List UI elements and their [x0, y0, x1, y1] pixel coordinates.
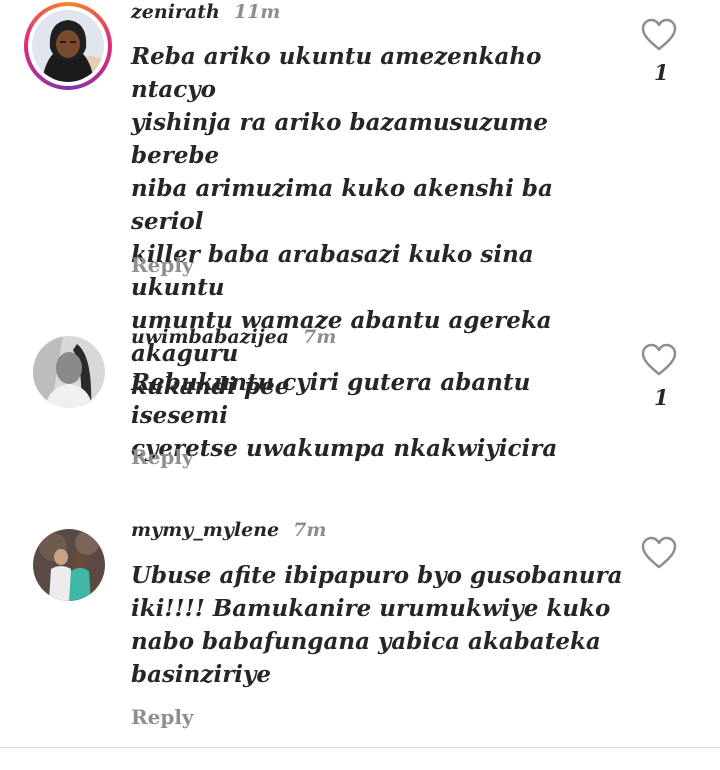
heart-icon[interactable] — [641, 18, 677, 52]
username[interactable]: mymy_mylene — [131, 519, 279, 541]
comments-list: zenirath 11m Reba ariko ukuntu amezenkaho… — [0, 0, 720, 770]
comment-item: mymy_mylene 7m Ubuse afite ibipapuro byo … — [0, 515, 720, 745]
like-count: 1 — [654, 385, 669, 410]
timestamp: 7m — [293, 519, 327, 541]
comment-item: uwimbabazijea 7m Rebukuntu cyiri gutera a… — [0, 320, 720, 490]
reply-button[interactable]: Reply — [131, 253, 194, 277]
reply-button[interactable]: Reply — [131, 705, 194, 729]
heart-icon[interactable] — [641, 343, 677, 377]
comment-text: Ubuse afite ibipapuro byo gusobanura iki… — [131, 562, 623, 688]
username[interactable]: uwimbabazijea — [131, 326, 289, 348]
avatar[interactable] — [33, 529, 105, 601]
comment-meta: zenirath 11m — [131, 1, 280, 23]
reply-button[interactable]: Reply — [131, 445, 194, 469]
timestamp: 7m — [302, 326, 337, 348]
heart-icon[interactable] — [641, 536, 677, 570]
avatar[interactable] — [33, 336, 105, 408]
like-count: 1 — [654, 60, 669, 85]
avatar-story-ring[interactable] — [24, 2, 112, 90]
divider — [0, 747, 720, 748]
username[interactable]: zenirath — [131, 1, 220, 23]
timestamp: 11m — [233, 1, 281, 23]
avatar — [32, 10, 104, 82]
comment-text: Rebukuntu cyiri gutera abantu isesemi cy… — [131, 369, 558, 462]
comment-item: zenirath 11m Reba ariko ukuntu amezenkaho… — [0, 0, 720, 400]
comment-meta: uwimbabazijea 7m — [131, 326, 336, 348]
comment-meta: mymy_mylene 7m — [131, 519, 326, 541]
